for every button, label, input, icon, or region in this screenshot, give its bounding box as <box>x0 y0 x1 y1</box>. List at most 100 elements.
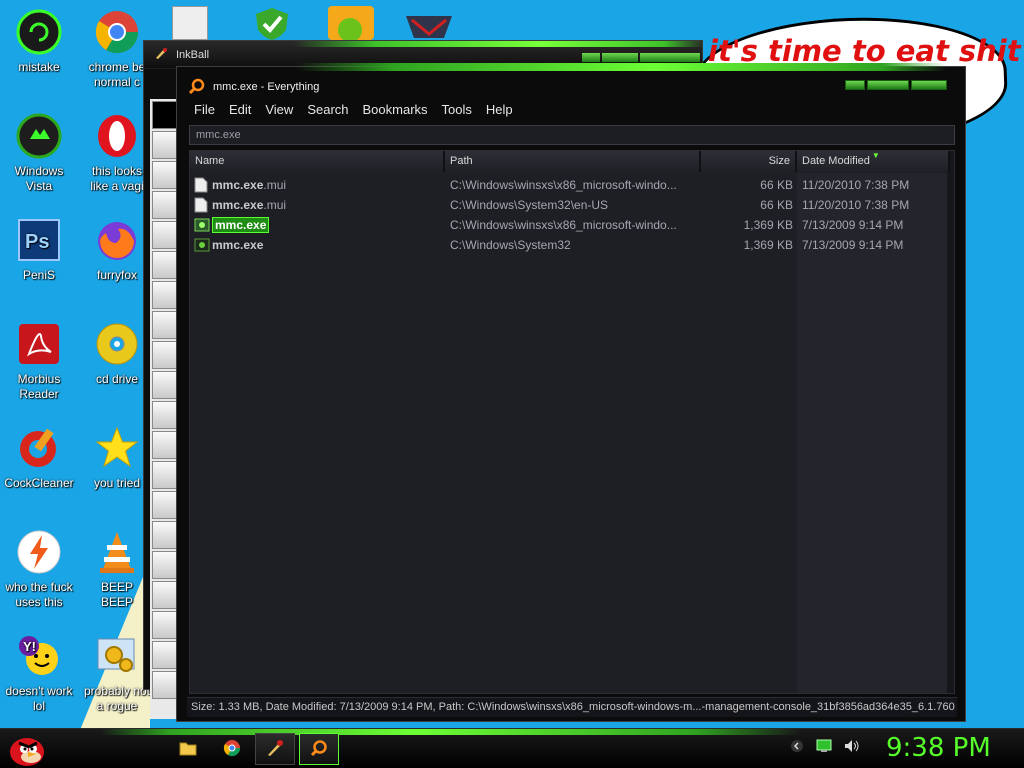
column-header-label: Name <box>195 155 225 167</box>
desktop-icon-label: CockCleaner <box>4 476 74 490</box>
menu-help[interactable]: Help <box>479 100 520 122</box>
desktop-icon-photoshop[interactable]: Ps PeniS <box>0 216 78 283</box>
cell-name: mmc.exe <box>190 237 445 253</box>
document-icon <box>194 197 208 213</box>
magnifier-icon <box>188 78 205 97</box>
table-row[interactable]: mmc.exe C:\Windows\System32 1,369 KB 7/1… <box>190 235 950 255</box>
folder-icon <box>179 740 197 759</box>
ccleaner-icon <box>15 424 63 472</box>
cards-icon[interactable] <box>172 6 208 40</box>
table-row[interactable]: mmc.exe.mui C:\Windows\System32\en-US 66… <box>190 195 950 215</box>
menu-tools[interactable]: Tools <box>435 100 479 122</box>
inkball-title-buttons[interactable] <box>582 53 700 62</box>
column-header-size[interactable]: Size <box>701 151 797 172</box>
desktop-icon-yahoo-messenger[interactable]: Y! doesn't work lol <box>0 632 78 714</box>
close-button[interactable] <box>640 53 700 62</box>
chrome-icon <box>93 8 141 56</box>
lightning-icon <box>15 528 63 576</box>
cell-path: C:\Windows\winsxs\x86_microsoft-windo... <box>450 178 677 192</box>
cell-size: 66 KB <box>760 198 793 212</box>
table-row-selected[interactable]: mmc.exe C:\Windows\winsxs\x86_microsoft-… <box>190 215 950 235</box>
cell-size: 1,369 KB <box>743 218 793 232</box>
inkball-app-icon <box>154 46 168 63</box>
desktop-icon-windows-vista[interactable]: Windows Vista <box>0 112 78 194</box>
column-header-name[interactable]: Name <box>190 151 445 172</box>
cell-date: 7/13/2009 9:14 PM <box>802 238 904 252</box>
menu-bookmarks[interactable]: Bookmarks <box>356 100 435 122</box>
result-rows: mmc.exe.mui C:\Windows\winsxs\x86_micros… <box>190 175 950 255</box>
table-row[interactable]: mmc.exe.mui C:\Windows\winsxs\x86_micros… <box>190 175 950 195</box>
everything-window[interactable]: mmc.exe - Everything File Edit View Sear… <box>176 63 966 722</box>
maximize-button[interactable] <box>602 53 638 62</box>
opera-icon <box>93 112 141 160</box>
everything-title-buttons[interactable] <box>845 80 947 90</box>
mistake-icon <box>15 8 63 56</box>
angry-birds-icon[interactable] <box>328 6 374 42</box>
desktop-icon-label: mistake <box>18 60 60 74</box>
cell-name: mmc.exe.mui <box>190 177 445 193</box>
start-button[interactable] <box>6 730 48 768</box>
cell-name: mmc.exe <box>190 217 445 233</box>
cell-size: 66 KB <box>760 178 793 192</box>
menu-search[interactable]: Search <box>300 100 355 122</box>
menu-edit[interactable]: Edit <box>222 100 258 122</box>
close-button[interactable] <box>911 80 947 90</box>
menu-view[interactable]: View <box>258 100 300 122</box>
document-icon <box>194 177 208 193</box>
status-bar: Size: 1.33 MB, Date Modified: 7/13/2009 … <box>187 697 957 717</box>
star-icon <box>93 424 141 472</box>
cd-drive-icon <box>93 320 141 368</box>
window-glow <box>294 41 704 47</box>
desktop-icon-ccleaner[interactable]: CockCleaner <box>0 424 78 491</box>
file-name: mmc.exe.mui <box>212 198 287 212</box>
column-header-label: Size <box>768 155 790 167</box>
clock[interactable]: 9:38 PM <box>886 733 991 763</box>
cell-date: 11/20/2010 7:38 PM <box>802 178 910 192</box>
adobe-reader-icon <box>15 320 63 368</box>
column-header-label: Date Modified <box>802 155 870 167</box>
column-header-path[interactable]: Path <box>445 151 701 172</box>
svg-text:Y!: Y! <box>23 639 36 654</box>
system-tray <box>790 739 860 756</box>
cell-path: C:\Windows\System32 <box>450 238 571 252</box>
magnifier-icon <box>310 739 328 760</box>
desktop-icon-label: Morbius Reader <box>17 372 61 401</box>
taskbar-inkball[interactable] <box>255 733 295 765</box>
cell-size: 1,369 KB <box>743 238 793 252</box>
minimize-button[interactable] <box>845 80 865 90</box>
taskbar-explorer[interactable] <box>168 733 208 765</box>
network-icon[interactable] <box>816 739 832 756</box>
mmc-app-icon <box>194 217 210 233</box>
desktop-icon-adobe-reader[interactable]: Morbius Reader <box>0 320 78 402</box>
inkball-icon <box>266 739 284 760</box>
angry-bird-start-icon <box>10 738 44 766</box>
search-input[interactable]: mmc.exe <box>189 125 955 145</box>
shield-icon[interactable] <box>252 6 292 40</box>
column-header-date[interactable]: Date Modified ▼ <box>797 151 950 172</box>
minimize-button[interactable] <box>582 53 600 62</box>
desktop-icon-label: PeniS <box>22 268 56 282</box>
taskbar-chrome[interactable] <box>212 733 252 765</box>
vlc-icon <box>93 528 141 576</box>
desktop-icon-lightning[interactable]: who the fuck uses this <box>0 528 78 610</box>
wing-logo-icon[interactable] <box>404 12 454 40</box>
sort-arrow-icon: ▼ <box>871 151 880 160</box>
menu-file[interactable]: File <box>187 100 222 122</box>
taskbar-everything[interactable] <box>299 733 339 765</box>
firefox-icon <box>93 216 141 264</box>
file-name: mmc.exe <box>212 217 270 233</box>
volume-icon[interactable] <box>844 739 860 756</box>
tray-chevron-icon[interactable] <box>790 739 804 756</box>
yahoo-messenger-icon: Y! <box>15 632 63 680</box>
windows-vista-icon <box>15 112 63 160</box>
cell-date: 7/13/2009 9:14 PM <box>802 218 904 232</box>
mmc-app-icon <box>194 237 210 253</box>
taskbar: 9:38 PM <box>0 728 1024 768</box>
desktop-icon-label: who the fuck uses this <box>5 580 73 609</box>
desktop-icon-label: Windows Vista <box>14 164 64 193</box>
maximize-button[interactable] <box>867 80 909 90</box>
desktop-icon-mistake[interactable]: mistake <box>0 8 78 75</box>
window-title: mmc.exe - Everything <box>213 81 320 93</box>
inkball-title: InkBall <box>176 48 210 61</box>
results-list[interactable]: Name Path Size Date Modified ▼ mmc.exe.mu… <box>189 150 955 694</box>
